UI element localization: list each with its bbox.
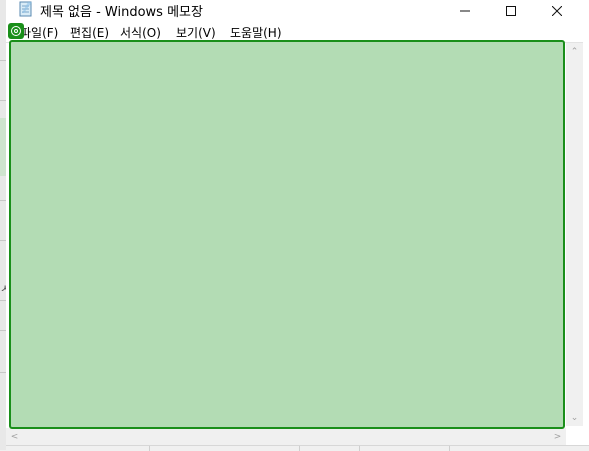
maximize-icon xyxy=(506,1,516,20)
horizontal-scrollbar[interactable]: < > xyxy=(6,428,566,445)
notepad-icon[interactable] xyxy=(18,1,34,17)
minimize-icon xyxy=(460,1,470,20)
menu-help[interactable]: 도움말(H) xyxy=(230,24,282,41)
minimize-button[interactable] xyxy=(442,0,488,20)
close-icon xyxy=(551,1,563,20)
scroll-left-icon[interactable]: < xyxy=(6,428,23,445)
scroll-up-icon[interactable]: ⌃ xyxy=(566,43,583,60)
window-title: 제목 없음 - Windows 메모장 xyxy=(40,5,203,20)
menu-edit[interactable]: 편집(E) xyxy=(70,24,109,41)
maximize-button[interactable] xyxy=(488,0,534,20)
close-button[interactable] xyxy=(534,0,580,20)
target-marker-icon xyxy=(8,23,24,39)
menu-format[interactable]: 서식(O) xyxy=(120,24,161,41)
title-bar[interactable]: 제목 없음 - Windows 메모장 xyxy=(6,0,589,20)
scroll-right-icon[interactable]: > xyxy=(549,428,566,445)
status-bar xyxy=(6,445,589,451)
editor-highlight-overlay xyxy=(9,40,565,429)
menu-view[interactable]: 보기(V) xyxy=(176,24,216,41)
notepad-window: 제목 없음 - Windows 메모장 파일(F) 편집(E) 서식(O) 보기… xyxy=(6,0,589,451)
menu-bar: 파일(F) 편집(E) 서식(O) 보기(V) 도움말(H) xyxy=(6,22,589,42)
menu-file[interactable]: 파일(F) xyxy=(20,24,58,41)
vertical-scrollbar[interactable]: ⌃ ⌄ xyxy=(566,43,583,426)
scroll-down-icon[interactable]: ⌄ xyxy=(566,409,583,426)
